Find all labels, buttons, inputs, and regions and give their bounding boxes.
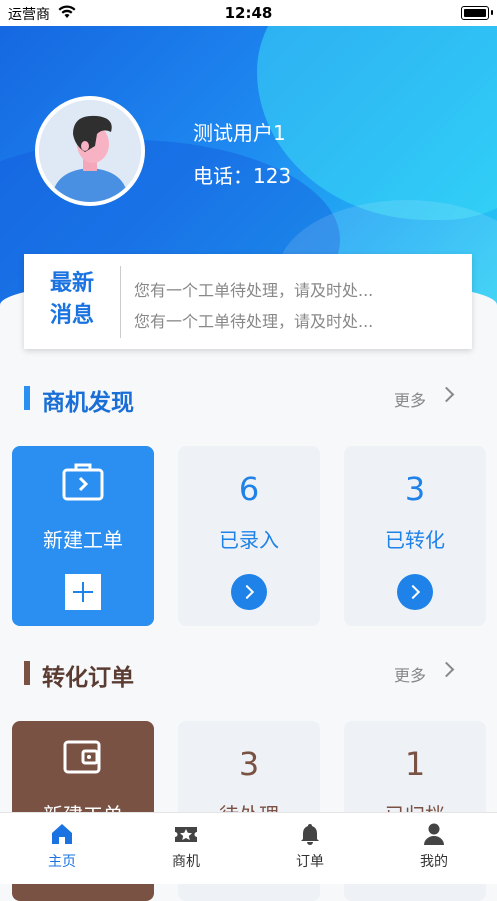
tab-home[interactable]: 主页 xyxy=(0,821,124,871)
battery-icon xyxy=(461,6,493,20)
news-title-line1: 最新 xyxy=(49,271,94,296)
chevron-right-icon[interactable] xyxy=(438,661,455,678)
chevron-right-icon[interactable] xyxy=(438,386,455,403)
more-link[interactable]: 更多 xyxy=(394,662,426,686)
stat-label: 已转化 xyxy=(385,528,445,552)
section-accent-bar xyxy=(24,386,30,410)
tab-label: 主页 xyxy=(48,854,76,870)
stat-value: 6 xyxy=(238,470,260,508)
section-accent-bar xyxy=(24,661,30,685)
user-phone: 电话：123 xyxy=(193,164,292,188)
bell-icon xyxy=(301,824,319,845)
status-bar: 运营商 12:48 xyxy=(0,0,497,26)
ticket-star-icon xyxy=(175,827,197,842)
tab-orders[interactable]: 订单 xyxy=(248,821,372,871)
news-item[interactable]: 您有一个工单待处理，请及时处... xyxy=(134,277,373,301)
stat-value: 3 xyxy=(404,470,426,508)
new-order-card[interactable]: 新建工单 xyxy=(12,446,154,626)
more-link[interactable]: 更多 xyxy=(394,387,426,411)
tab-mine[interactable]: 我的 xyxy=(372,821,496,871)
news-panel[interactable]: 最新 消息 您有一个工单待处理，请及时处... 您有一个工单待处理，请及时处..… xyxy=(24,254,472,349)
stat-value: 3 xyxy=(238,745,260,783)
stat-card-entered[interactable]: 6 已录入 xyxy=(178,446,320,626)
user-icon xyxy=(424,823,444,845)
user-name: 测试用户1 xyxy=(193,121,286,145)
avatar[interactable] xyxy=(35,96,145,206)
briefcase-icon xyxy=(62,463,104,501)
section-header-opportunity: 商机发现 更多 xyxy=(24,383,474,416)
new-order-label: 新建工单 xyxy=(43,528,123,552)
chevron-right-icon xyxy=(405,584,421,600)
news-title: 最新 消息 xyxy=(48,268,96,332)
tab-label: 订单 xyxy=(296,854,324,870)
go-button[interactable] xyxy=(397,574,433,610)
chevron-right-icon xyxy=(239,584,255,600)
news-title-line2: 消息 xyxy=(49,303,94,328)
tab-opportunity[interactable]: 商机 xyxy=(124,821,248,871)
add-icon[interactable] xyxy=(65,574,101,610)
home-icon xyxy=(52,824,72,844)
section-title: 商机发现 xyxy=(42,390,134,416)
go-button[interactable] xyxy=(231,574,267,610)
tab-label: 我的 xyxy=(420,854,448,870)
wallet-icon xyxy=(63,740,101,774)
stat-value: 1 xyxy=(404,745,426,783)
tab-bar: 主页 商机 订单 我的 xyxy=(0,812,497,884)
tab-label: 商机 xyxy=(172,854,200,870)
stat-label: 已录入 xyxy=(219,528,279,552)
section-title: 转化订单 xyxy=(42,665,134,691)
clock: 12:48 xyxy=(224,4,273,22)
stat-card-converted[interactable]: 3 已转化 xyxy=(344,446,486,626)
section-header-orders: 转化订单 更多 xyxy=(24,658,474,691)
avatar-person-icon xyxy=(39,100,141,202)
news-item[interactable]: 您有一个工单待处理，请及时处... xyxy=(134,308,373,332)
news-divider xyxy=(120,266,121,338)
